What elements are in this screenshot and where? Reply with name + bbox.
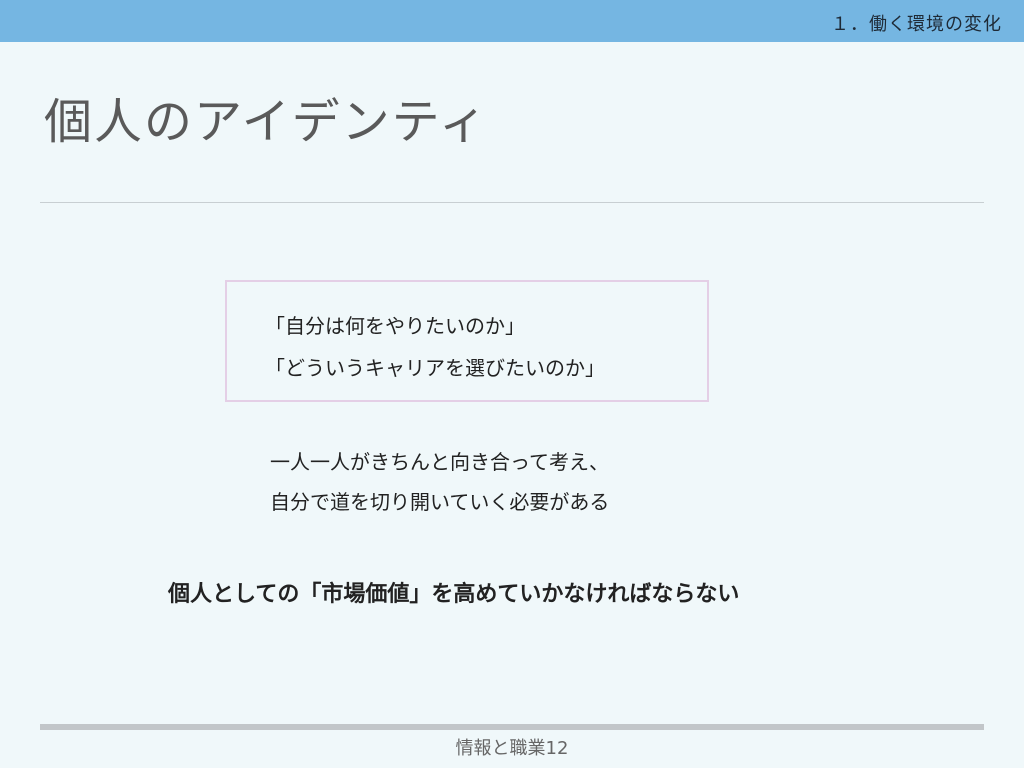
conclusion-text: 個人としての「市場価値」を高めていかなければならない <box>168 582 740 607</box>
slide-title: 個人のアイデンティ <box>44 94 489 150</box>
body-text-line: 一人一人がきちんと向き合って考え、 <box>270 450 609 474</box>
footer-divider <box>40 724 984 730</box>
section-label: １．働く環境の変化 <box>831 14 1002 35</box>
footer-label: 情報と職業12 <box>455 738 569 759</box>
quote-box: 「自分は何をやりたいのか」 「どういうキャリアを選びたいのか」 <box>225 280 709 402</box>
quote-line: 「どういうキャリアを選びたいのか」 <box>265 356 605 380</box>
body-text-line: 自分で道を切り開いていく必要がある <box>270 490 610 514</box>
header-bar: １．働く環境の変化 <box>0 0 1024 42</box>
quote-line: 「自分は何をやりたいのか」 <box>265 314 525 338</box>
title-divider <box>40 202 984 203</box>
